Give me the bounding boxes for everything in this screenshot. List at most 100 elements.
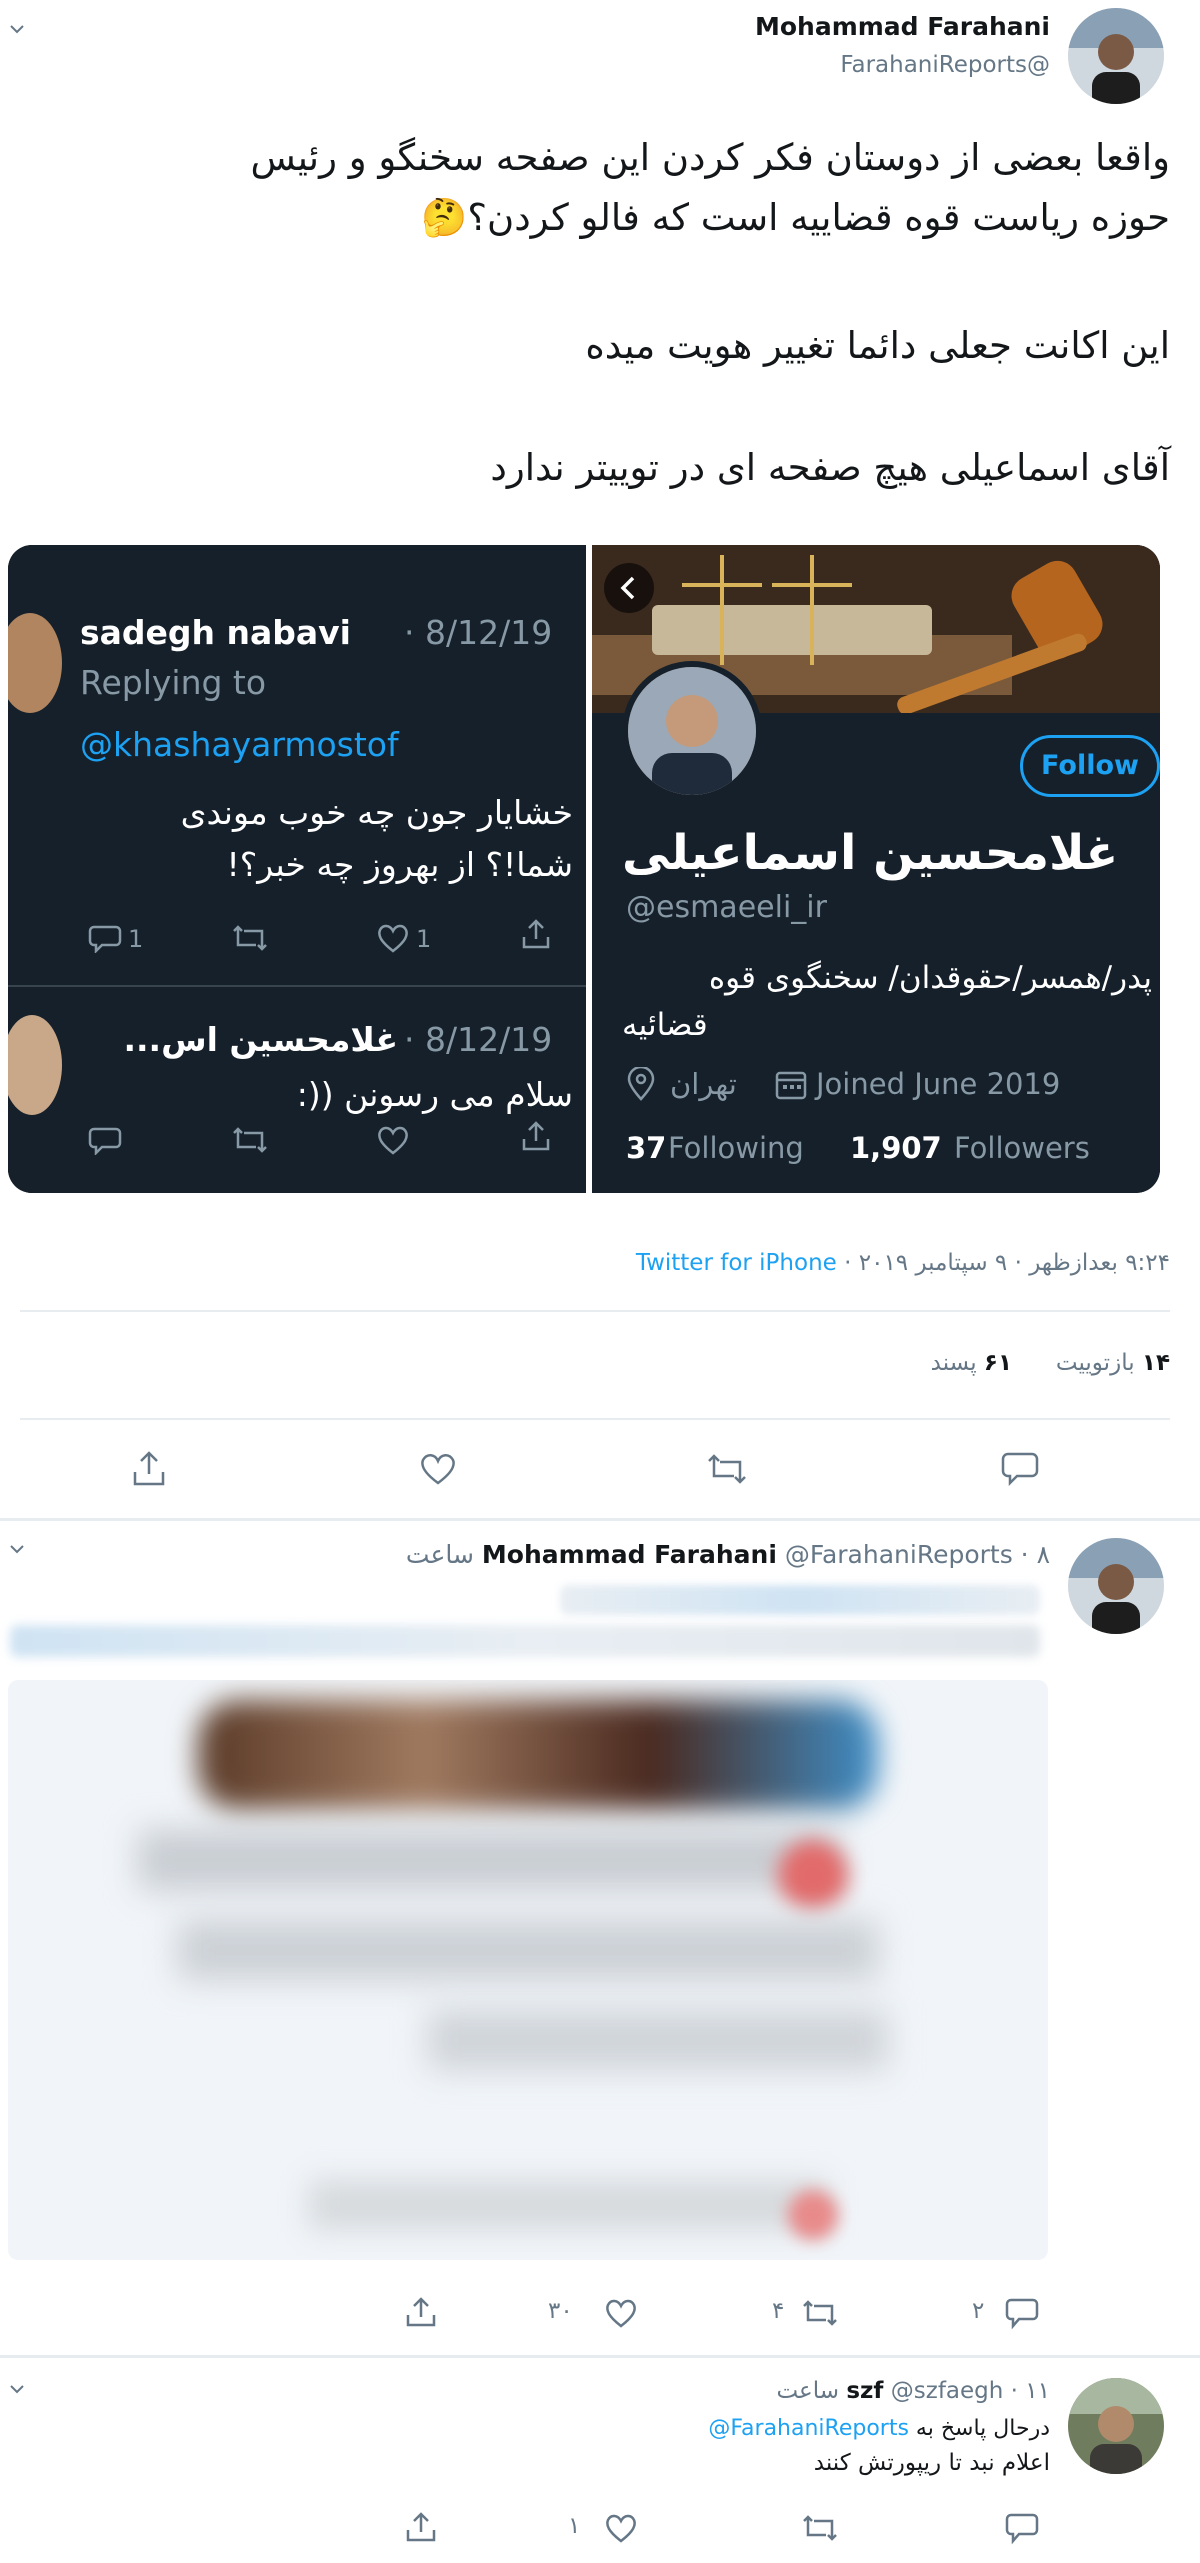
reply-divider [8, 985, 586, 987]
profile-avatar [622, 661, 762, 801]
tweet-author-name[interactable]: Mohammad Farahani [560, 12, 1050, 41]
retweet-icon [233, 1127, 267, 1153]
share-icon[interactable] [130, 1448, 168, 1488]
like-count: ۳۰ [548, 2298, 573, 2324]
reply-icon [88, 1127, 122, 1155]
tweet-author-handle[interactable]: @szfaegh [891, 2378, 1004, 2404]
reply-icon[interactable] [1004, 2511, 1040, 2545]
reply-author-name: sadegh nabavi [80, 613, 351, 652]
avatar[interactable] [1068, 2378, 1164, 2474]
tweet-source-link[interactable]: Twitter for iPhone [636, 1250, 837, 1276]
reply-text-line-2: شما!؟ از بهروز چه خبر؟! [226, 845, 573, 884]
blurred-block [138, 1830, 838, 1890]
retweets-count[interactable]: ۱۴ [1142, 1350, 1170, 1376]
followers-label: Followers [954, 1131, 1090, 1165]
tweet-text: اعلام نبد تا ریپورتش کنند [813, 2450, 1050, 2476]
reply-avatar [8, 1015, 62, 1115]
share-icon [522, 919, 550, 949]
author-avatar-image [1068, 2378, 1164, 2474]
chevron-left-icon [620, 576, 635, 600]
like-count: 1 [416, 925, 432, 953]
reply-text: سلام می رسونن ((: [296, 1075, 573, 1114]
like-icon[interactable] [418, 1452, 458, 1486]
reply-author-name: غلامحسین اس... [123, 1020, 398, 1059]
calendar-icon [775, 1071, 807, 1100]
chevron-down-icon[interactable] [8, 1540, 26, 1558]
media-left-panel: sadegh nabavi · 8/12/19 Replying to @kha… [8, 545, 586, 1193]
profile-bio-line-1: پدر/همسر/حقوقدان/ سخنگوی قوه [708, 960, 1152, 996]
blurred-dot [778, 1840, 848, 1910]
profile-avatar-image [628, 667, 756, 795]
reply-text-line-1: خشایار جون چه خوب موندی [180, 793, 573, 832]
blurred-block [178, 1920, 878, 1980]
blurred-banner [198, 1700, 878, 1810]
replying-to-handle: @khashayarmostof [80, 725, 399, 764]
follow-button: Follow [1020, 735, 1160, 797]
profile-joined: Joined June 2019 [816, 1067, 1061, 1101]
share-icon[interactable] [404, 2510, 438, 2544]
divider [20, 1310, 1170, 1312]
following-label: Following [668, 1131, 804, 1165]
replying-to: درحال پاسخ به FarahaniReports@ [500, 2416, 1050, 2441]
tweet-text-paragraph-3: آقای اسماعیلی هیچ صفحه ای در توییتر ندار… [490, 446, 1170, 489]
tweet-media-card[interactable]: sadegh nabavi · 8/12/19 Replying to @kha… [8, 545, 1160, 1193]
like-icon [378, 1126, 408, 1155]
profile-location: تهران [670, 1067, 737, 1101]
reply-count: ۲ [972, 2298, 985, 2324]
media-right-panel: Follow غلامحسین اسماعیلی @esmaeeli_ir پد… [592, 545, 1160, 1193]
blurred-block [428, 2010, 888, 2070]
divider [0, 1518, 1200, 1521]
avatar[interactable] [1068, 1538, 1164, 1634]
reply-count: 1 [128, 925, 144, 953]
profile-handle: @esmaeeli_ir [626, 890, 827, 925]
share-icon [522, 1121, 550, 1151]
like-icon[interactable] [604, 2298, 638, 2328]
reply-date: · 8/12/19 [404, 1020, 553, 1059]
tweet-author-handle[interactable]: @FarahaniReports [785, 1540, 1013, 1569]
retweet-icon[interactable] [800, 2513, 840, 2543]
divider [20, 1418, 1170, 1420]
reply-date: · 8/12/19 [404, 613, 553, 652]
reply-icon [88, 925, 122, 953]
blurred-media[interactable] [8, 1680, 1048, 2260]
tweet-text-paragraph-2: این اکانت جعلی دائما تغییر هویت میده [585, 324, 1170, 367]
tweet-author-handle[interactable]: @FarahaniReports [560, 52, 1050, 78]
divider [0, 2355, 1200, 2358]
blurred-text-line [10, 1625, 1040, 1657]
profile-name: غلامحسین اسماعیلی [622, 825, 1119, 881]
following-count: 37 [626, 1131, 667, 1165]
retweet-icon[interactable] [800, 2298, 840, 2328]
chevron-down-icon[interactable] [8, 2380, 26, 2398]
replying-to-handle[interactable]: FarahaniReports@ [708, 2416, 909, 2441]
tweet-timestamp: ۹:۲۴ بعدازظهر · ۹ سپتامبر ۲۰۱۹ · [836, 1250, 1170, 1276]
replying-to-prefix: درحال پاسخ به [915, 2416, 1050, 2441]
retweet-icon[interactable] [704, 1452, 750, 1486]
back-button [604, 563, 654, 613]
blurred-dot [788, 2190, 838, 2240]
retweets-label[interactable]: بازتوییت [1056, 1350, 1135, 1376]
profile-bio-line-2: قضائیه [622, 1007, 708, 1043]
location-icon [627, 1067, 655, 1101]
tweet-header: Mohammad Farahani @FarahaniReports · ۸ س… [300, 1540, 1050, 1569]
likes-label[interactable]: پسند [931, 1350, 977, 1376]
replying-to-label: Replying to [80, 663, 267, 702]
follow-button-label: Follow [1041, 750, 1139, 781]
tweet-author-name[interactable]: szf [846, 2378, 883, 2404]
likes-count[interactable]: ۶۱ [984, 1350, 1012, 1376]
share-icon[interactable] [404, 2295, 438, 2329]
retweet-icon [233, 925, 267, 951]
reply-icon[interactable] [1000, 1450, 1040, 1486]
reply-icon[interactable] [1004, 2296, 1040, 2330]
tweet-meta: ۹:۲۴ بعدازظهر · ۹ سپتامبر ۲۰۱۹ · Twitter… [470, 1250, 1170, 1276]
avatar[interactable] [1068, 8, 1164, 104]
tweet-stats: ۱۴ بازتوییت ۶۱ پسند [600, 1350, 1170, 1376]
tweet-author-name[interactable]: Mohammad Farahani [482, 1540, 777, 1569]
chevron-down-icon[interactable] [8, 20, 26, 38]
tweet-header: szf @szfaegh · ۱۱ ساعت [500, 2378, 1050, 2404]
blurred-block [308, 2180, 828, 2230]
retweet-count: ۴ [772, 2298, 785, 2324]
reply-avatar [8, 613, 62, 713]
like-count: ۱ [568, 2513, 581, 2539]
like-icon[interactable] [604, 2513, 638, 2543]
tweet-text-line-2: حوزه ریاست قوه قضاییه است که فالو کردن؟🤔 [421, 196, 1170, 239]
